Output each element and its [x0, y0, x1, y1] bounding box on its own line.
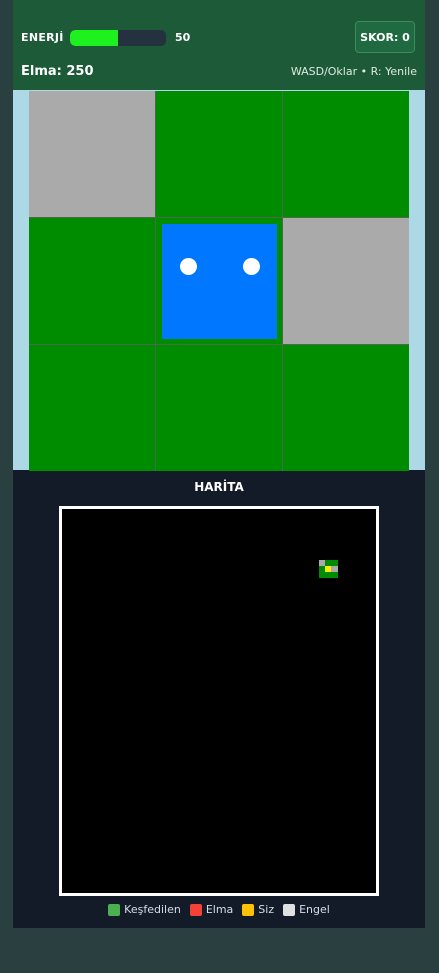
game-viewport[interactable] [13, 90, 425, 471]
rock-tile [29, 91, 155, 217]
legend-item-you: Siz [242, 903, 274, 916]
player-tile [156, 218, 282, 344]
map-title: HARİTA [194, 480, 244, 494]
game-app: ENERJİ 50 SKOR: 0 Elma: 250 WASD/Oklar •… [13, 0, 425, 928]
minimap [59, 506, 379, 896]
player-eye-icon [243, 258, 260, 275]
legend-label: Engel [299, 903, 330, 916]
energy-label: ENERJİ [21, 31, 64, 44]
grass-tile [29, 345, 155, 471]
grass-tile [156, 91, 282, 217]
legend-item-explored: Keşfedilen [108, 903, 181, 916]
legend-label: Keşfedilen [124, 903, 181, 916]
score-button[interactable]: SKOR: 0 [355, 21, 415, 53]
energy-bar [70, 30, 166, 46]
grass-tile [156, 345, 282, 471]
player-character [162, 224, 277, 339]
grass-tile [283, 345, 409, 471]
hud-bar: ENERJİ 50 SKOR: 0 Elma: 250 WASD/Oklar •… [13, 0, 425, 90]
obstacle-swatch-icon [283, 903, 296, 916]
explored-swatch-icon [108, 903, 121, 916]
map-legend: Keşfedilen Elma Siz Engel [13, 903, 425, 916]
you-swatch-icon [242, 903, 255, 916]
grass-tile [29, 218, 155, 344]
controls-hint: WASD/Oklar • R: Yenile [290, 65, 417, 78]
energy-value: 50 [175, 31, 191, 44]
grass-tile [283, 91, 409, 217]
legend-item-obstacle: Engel [283, 903, 330, 916]
legend-label: Elma [205, 903, 234, 916]
energy-bar-fill [70, 30, 118, 46]
minimap-explored-cell [319, 572, 338, 578]
player-eye-icon [180, 258, 197, 275]
legend-item-apple: Elma [189, 903, 234, 916]
apple-count: Elma: 250 [21, 64, 94, 79]
rock-tile [283, 218, 409, 344]
legend-label: Siz [258, 903, 275, 916]
tile-grid [29, 91, 409, 471]
apple-swatch-icon [189, 903, 202, 916]
